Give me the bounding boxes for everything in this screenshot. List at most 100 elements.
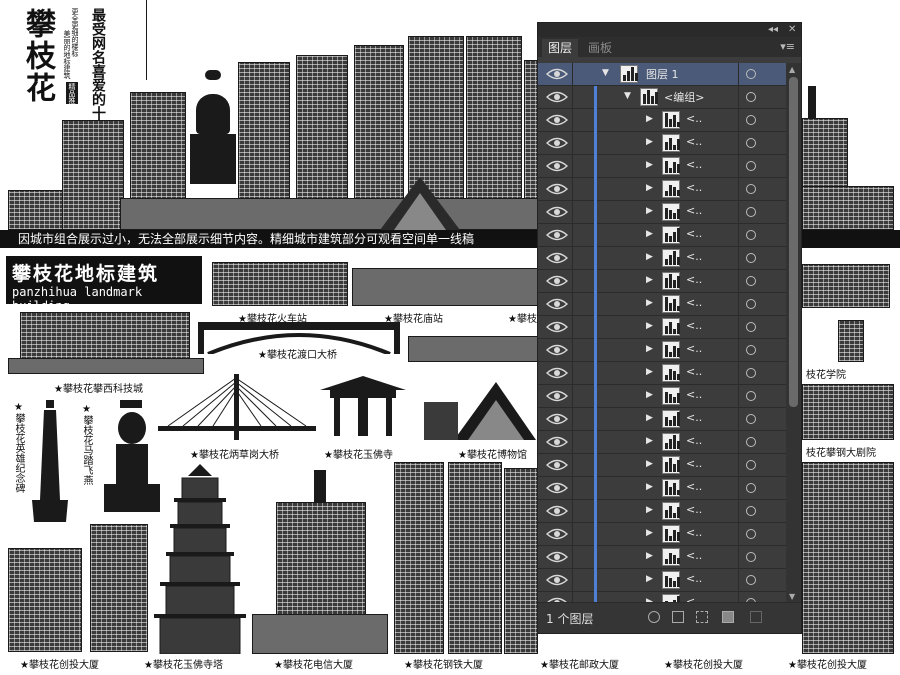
make-clipping-mask-icon[interactable] [672, 611, 684, 623]
sublayer-row[interactable]: ▶ <.. [538, 224, 786, 247]
expand-triangle-icon[interactable]: ▶ [646, 344, 653, 354]
visibility-eye-icon[interactable] [545, 503, 569, 519]
expand-triangle-icon[interactable]: ▶ [646, 390, 653, 400]
visibility-eye-icon[interactable] [545, 526, 569, 542]
target-circle-icon[interactable] [746, 69, 756, 79]
target-circle-icon[interactable] [746, 437, 756, 447]
visibility-eye-icon[interactable] [545, 480, 569, 496]
tab-artboards[interactable]: 画板 [582, 39, 618, 57]
visibility-eye-icon[interactable] [545, 434, 569, 450]
group-row[interactable]: ▼ <编组> [538, 86, 786, 109]
sublayer-row[interactable]: ▶ <.. [538, 523, 786, 546]
sublayer-row[interactable]: ▶ <.. [538, 431, 786, 454]
sublayer-row[interactable]: ▶ <.. [538, 293, 786, 316]
sublayer-row[interactable]: ▶ <.. [538, 362, 786, 385]
visibility-eye-icon[interactable] [545, 181, 569, 197]
new-sublayer-icon[interactable] [696, 611, 708, 623]
target-circle-icon[interactable] [746, 552, 756, 562]
target-circle-icon[interactable] [746, 230, 756, 240]
sublayer-row[interactable]: ▶ <.. [538, 385, 786, 408]
visibility-eye-icon[interactable] [545, 112, 569, 128]
visibility-eye-icon[interactable] [545, 135, 569, 151]
target-circle-icon[interactable] [746, 299, 756, 309]
sublayer-row[interactable]: ▶ <.. [538, 339, 786, 362]
layers-panel[interactable]: ◂◂ ✕ 图层 画板 ▾≡ ▼ 图层 1 ▼ <编组> ▶ <.. ▶ <.. ▶ <.. ▶ <..… [537, 22, 802, 634]
delete-layer-icon[interactable] [750, 611, 762, 623]
expand-triangle-icon[interactable]: ▶ [646, 298, 653, 308]
visibility-eye-icon[interactable] [545, 411, 569, 427]
close-panel-button[interactable]: ✕ [788, 23, 796, 37]
collapse-triangle-icon[interactable]: ▼ [602, 68, 609, 78]
expand-triangle-icon[interactable]: ▶ [646, 367, 653, 377]
layer-row[interactable]: ▼ 图层 1 [538, 63, 786, 86]
expand-triangle-icon[interactable]: ▶ [646, 160, 653, 170]
visibility-eye-icon[interactable] [545, 319, 569, 335]
target-circle-icon[interactable] [746, 161, 756, 171]
expand-triangle-icon[interactable]: ▶ [646, 459, 653, 469]
target-circle-icon[interactable] [746, 184, 756, 194]
target-circle-icon[interactable] [746, 506, 756, 516]
sublayer-row[interactable]: ▶ <.. [538, 132, 786, 155]
visibility-eye-icon[interactable] [545, 296, 569, 312]
layers-scrollbar[interactable]: ▲ ▼ [786, 63, 801, 603]
visibility-eye-icon[interactable] [545, 273, 569, 289]
target-circle-icon[interactable] [746, 207, 756, 217]
sublayer-row[interactable]: ▶ <.. [538, 500, 786, 523]
expand-triangle-icon[interactable]: ▶ [646, 505, 653, 515]
target-circle-icon[interactable] [746, 253, 756, 263]
target-circle-icon[interactable] [746, 391, 756, 401]
visibility-eye-icon[interactable] [545, 227, 569, 243]
expand-triangle-icon[interactable]: ▶ [646, 482, 653, 492]
target-circle-icon[interactable] [746, 138, 756, 148]
sublayer-row[interactable]: ▶ <.. [538, 270, 786, 293]
target-circle-icon[interactable] [746, 322, 756, 332]
target-circle-icon[interactable] [746, 575, 756, 585]
expand-triangle-icon[interactable]: ▶ [646, 114, 653, 124]
visibility-eye-icon[interactable] [545, 250, 569, 266]
tab-layers[interactable]: 图层 [542, 39, 579, 57]
scrollbar-thumb[interactable] [789, 77, 798, 407]
sublayer-row[interactable]: ▶ <.. [538, 178, 786, 201]
sublayer-row[interactable]: ▶ <.. [538, 109, 786, 132]
expand-triangle-icon[interactable]: ▶ [646, 275, 653, 285]
target-circle-icon[interactable] [746, 92, 756, 102]
sublayer-row[interactable]: ▶ <.. [538, 569, 786, 592]
sublayer-row[interactable]: ▶ <.. [538, 247, 786, 270]
visibility-eye-icon[interactable] [545, 158, 569, 174]
expand-triangle-icon[interactable]: ▶ [646, 413, 653, 423]
sublayer-row[interactable]: ▶ <.. [538, 155, 786, 178]
target-circle-icon[interactable] [746, 276, 756, 286]
sublayer-row[interactable]: ▶ <.. [538, 477, 786, 500]
expand-triangle-icon[interactable]: ▶ [646, 206, 653, 216]
visibility-eye-icon[interactable] [545, 342, 569, 358]
scroll-up-arrow-icon[interactable]: ▲ [789, 65, 795, 74]
target-circle-icon[interactable] [746, 460, 756, 470]
expand-triangle-icon[interactable]: ▶ [646, 252, 653, 262]
target-circle-icon[interactable] [746, 368, 756, 378]
expand-triangle-icon[interactable]: ▶ [646, 183, 653, 193]
visibility-eye-icon[interactable] [545, 572, 569, 588]
scroll-down-arrow-icon[interactable]: ▼ [789, 592, 795, 601]
target-circle-icon[interactable] [746, 529, 756, 539]
collapse-panel-button[interactable]: ◂◂ [768, 23, 778, 37]
visibility-eye-icon[interactable] [545, 204, 569, 220]
visibility-eye-icon[interactable] [545, 89, 569, 105]
target-circle-icon[interactable] [746, 115, 756, 125]
expand-triangle-icon[interactable]: ▶ [646, 528, 653, 538]
expand-triangle-icon[interactable]: ▶ [646, 321, 653, 331]
sublayer-row[interactable]: ▶ <.. [538, 201, 786, 224]
panel-menu-icon[interactable]: ▾≡ [780, 40, 795, 53]
target-circle-icon[interactable] [746, 345, 756, 355]
expand-triangle-icon[interactable]: ▶ [646, 137, 653, 147]
visibility-eye-icon[interactable] [545, 457, 569, 473]
sublayer-row[interactable]: ▶ <.. [538, 546, 786, 569]
sublayer-row[interactable]: ▶ <.. [538, 316, 786, 339]
expand-triangle-icon[interactable]: ▶ [646, 551, 653, 561]
expand-triangle-icon[interactable]: ▶ [646, 574, 653, 584]
panel-titlebar[interactable]: ◂◂ ✕ [538, 23, 801, 37]
visibility-eye-icon[interactable] [545, 388, 569, 404]
locate-object-icon[interactable] [648, 611, 660, 623]
sublayer-row[interactable]: ▶ <.. [538, 454, 786, 477]
new-layer-icon[interactable] [722, 611, 734, 623]
expand-triangle-icon[interactable]: ▶ [646, 229, 653, 239]
